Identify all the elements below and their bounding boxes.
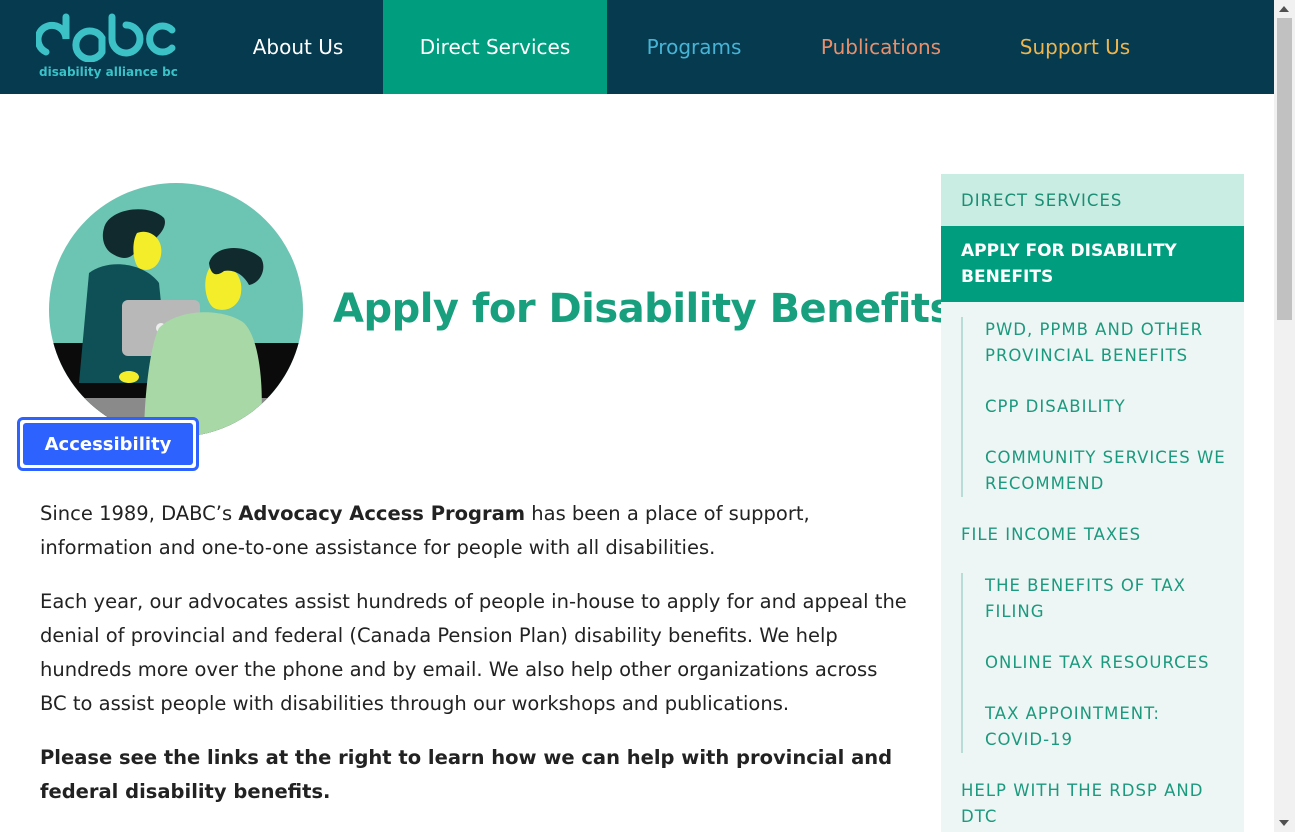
links-note-text: Please see the links at the right to lea… (40, 746, 893, 803)
page-scrollbar[interactable] (1274, 0, 1295, 832)
scroll-down-arrow-icon[interactable] (1279, 820, 1289, 826)
nav-about-us[interactable]: About Us (228, 0, 368, 94)
site-logo[interactable]: disability alliance bc (34, 12, 186, 84)
page-title: Apply for Disability Benefits (333, 286, 953, 332)
main-content: Since 1989, DABC’s Advocacy Access Progr… (40, 497, 910, 829)
sidebar-subitem-pwd[interactable]: PWD, PPMB AND OTHER PROVINCIAL BENEFITS (961, 317, 1244, 394)
accessibility-button[interactable]: Accessibility (17, 417, 199, 471)
intro-paragraph: Since 1989, DABC’s Advocacy Access Progr… (40, 497, 910, 565)
nav-publications[interactable]: Publications (806, 0, 956, 94)
nav-support-us[interactable]: Support Us (1000, 0, 1150, 94)
hero-illustration (49, 183, 303, 437)
links-note-paragraph: Please see the links at the right to lea… (40, 741, 910, 809)
sidebar-subitem-tax-benefits[interactable]: THE BENEFITS OF TAX FILING (961, 573, 1244, 650)
sidebar-nav: DIRECT SERVICES APPLY FOR DISABILITY BEN… (941, 174, 1244, 832)
sidebar-subitem-community[interactable]: COMMUNITY SERVICES WE RECOMMEND (961, 445, 1244, 497)
scroll-up-arrow-icon[interactable] (1279, 6, 1289, 12)
accessibility-button-label: Accessibility (23, 423, 193, 465)
sidebar-item-rdsp[interactable]: HELP WITH THE RDSP AND DTC (941, 778, 1244, 830)
intro-text-start: Since 1989, DABC’s (40, 502, 239, 525)
sidebar-item-apply-benefits[interactable]: APPLY FOR DISABILITY BENEFITS (941, 226, 1244, 302)
sidebar-subitem-tax-resources[interactable]: ONLINE TAX RESOURCES (961, 650, 1244, 701)
site-header: disability alliance bc About Us Direct S… (0, 0, 1274, 94)
sidebar-subitem-tax-appointment[interactable]: TAX APPOINTMENT: COVID-19 (961, 701, 1244, 753)
sidebar-subitem-cpp[interactable]: CPP DISABILITY (961, 394, 1244, 445)
sidebar-item-income-taxes[interactable]: FILE INCOME TAXES (941, 522, 1244, 548)
dabc-logo-icon (34, 13, 176, 63)
advocates-paragraph: Each year, our advocates assist hundreds… (40, 590, 907, 715)
nav-direct-services[interactable]: Direct Services (383, 0, 607, 94)
logo-subtext: disability alliance bc (39, 65, 178, 79)
two-people-laptop-icon (49, 183, 303, 437)
nav-programs[interactable]: Programs (627, 0, 761, 94)
scrollbar-thumb[interactable] (1277, 18, 1292, 320)
sidebar-heading-direct-services[interactable]: DIRECT SERVICES (941, 174, 1244, 226)
program-name: Advocacy Access Program (238, 502, 526, 525)
